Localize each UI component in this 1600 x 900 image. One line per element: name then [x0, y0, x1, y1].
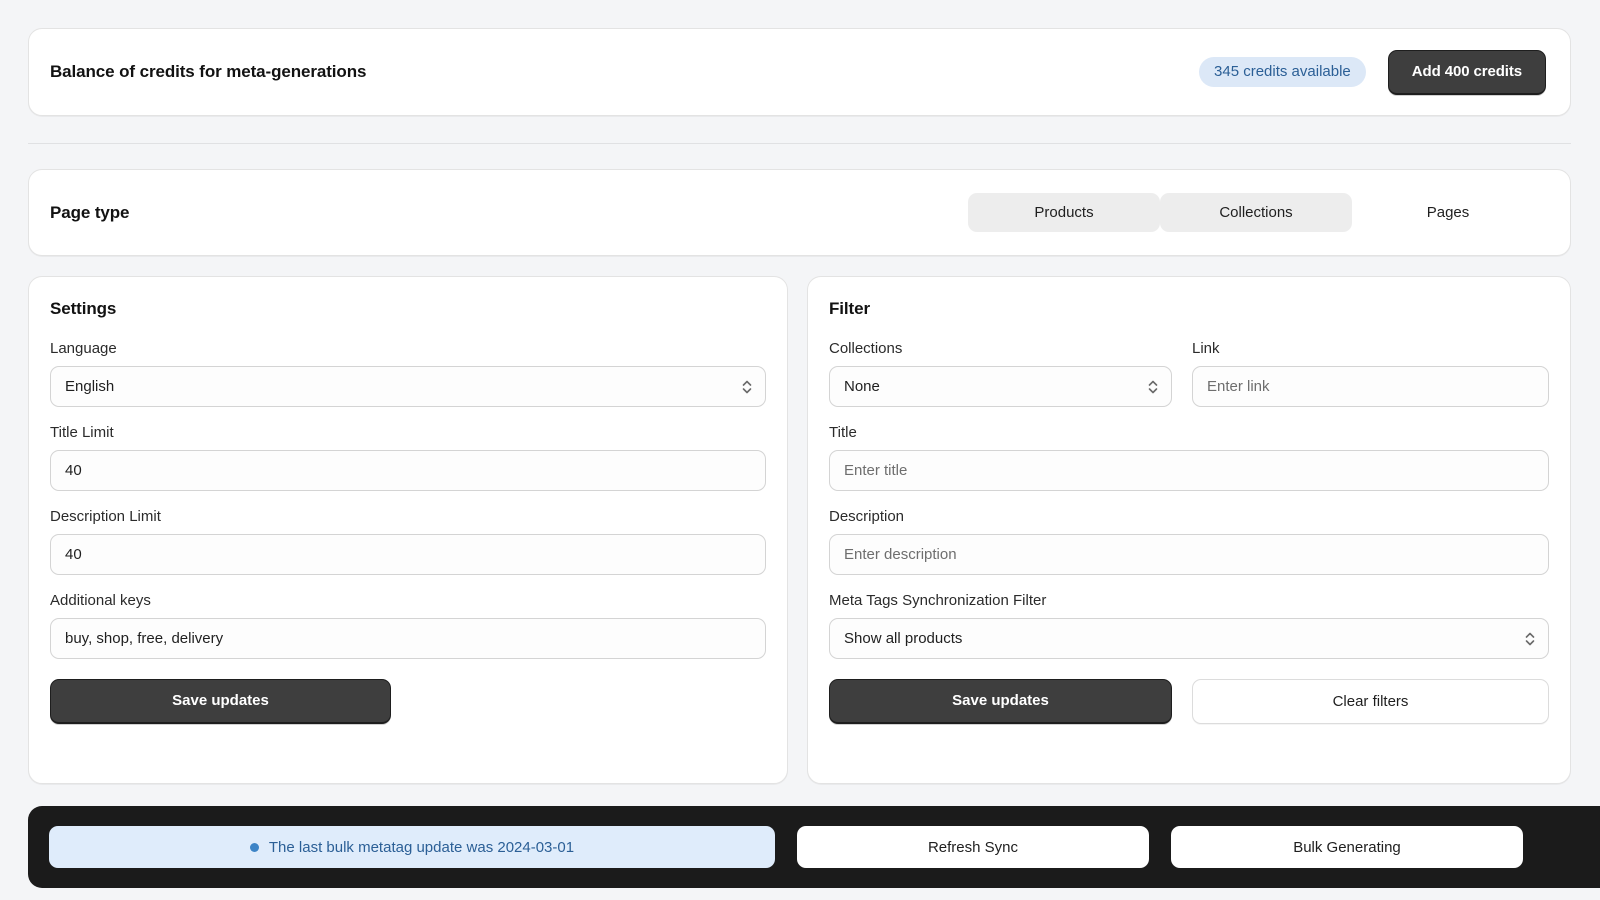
language-select[interactable]: English: [50, 366, 766, 407]
tab-collections[interactable]: Collections: [1160, 193, 1352, 232]
filter-title-control: [829, 450, 1549, 491]
additional-keys-control: [50, 618, 766, 659]
page-type-title: Page type: [50, 202, 130, 222]
refresh-sync-button[interactable]: Refresh Sync: [797, 826, 1149, 868]
filter-description-label: Description: [829, 508, 905, 525]
link-input[interactable]: [1192, 366, 1549, 407]
description-limit-control: [50, 534, 766, 575]
link-field: Link: [1192, 340, 1549, 407]
tab-pages[interactable]: Pages: [1352, 193, 1544, 232]
settings-column: Settings Language English Title Limit 40…: [28, 276, 788, 784]
bottom-action-bar: The last bulk metatag update was 2024-03…: [28, 806, 1600, 888]
description-limit-input[interactable]: [50, 534, 766, 575]
credits-actions: 345 credits available Add 400 credits: [1199, 49, 1546, 95]
title-limit-input[interactable]: [50, 450, 766, 491]
collections-control: None: [829, 366, 1172, 407]
language-control: English: [50, 366, 766, 407]
settings-panel: Settings Language English Title Limit 40…: [28, 276, 788, 784]
page-type-tabs: Products Collections Pages: [968, 193, 1544, 232]
filter-description-input[interactable]: [829, 534, 1549, 575]
collections-select[interactable]: None: [829, 366, 1172, 407]
filter-description-field: Description: [829, 508, 1549, 575]
sync-filter-control: Show all products: [829, 618, 1549, 659]
collections-link-row: Collections None Link: [829, 340, 1549, 407]
sync-filter-label: Meta Tags Synchronization Filter: [829, 592, 1047, 609]
link-label: Link: [1192, 340, 1220, 357]
clear-filters-button[interactable]: Clear filters: [1192, 679, 1549, 724]
settings-title: Settings: [50, 299, 117, 318]
language-field: Language English: [50, 340, 766, 407]
filter-title-field: Title: [829, 424, 1549, 491]
description-limit-label: Description Limit: [50, 508, 161, 525]
app-root: Balance of credits for meta-generations …: [0, 0, 1600, 900]
description-limit-field: Description Limit: [50, 508, 766, 575]
tab-products[interactable]: Products: [968, 193, 1160, 232]
title-limit-field: Title Limit: [50, 424, 766, 491]
main-columns: Settings Language English Title Limit 40…: [28, 276, 1571, 784]
filter-column: Filter Collections None Link Enter link …: [807, 276, 1571, 784]
sync-filter-field: Meta Tags Synchronization Filter Show al…: [829, 592, 1549, 659]
sync-filter-select[interactable]: Show all products: [829, 618, 1549, 659]
link-control: [1192, 366, 1549, 407]
title-limit-control: [50, 450, 766, 491]
page-type-card: Page type Products Collections Pages: [28, 169, 1571, 256]
filter-save-updates-button[interactable]: Save updates: [829, 679, 1172, 724]
collections-label: Collections: [829, 340, 903, 357]
status-dot-icon: [249, 842, 259, 852]
bulk-generating-button[interactable]: Bulk Generating: [1171, 826, 1523, 868]
filter-title-label: Title: [829, 424, 857, 441]
section-divider: [28, 143, 1571, 144]
last-update-text: The last bulk metatag update was 2024-03…: [268, 838, 575, 856]
title-limit-label: Title Limit: [50, 424, 114, 441]
language-label: Language: [50, 340, 117, 357]
credits-available-badge: 345 credits available: [1199, 57, 1366, 87]
credits-title: Balance of credits for meta-generations: [50, 62, 367, 81]
credits-card: Balance of credits for meta-generations …: [28, 28, 1571, 116]
settings-save-updates-button[interactable]: Save updates: [50, 679, 391, 724]
add-credits-button[interactable]: Add 400 credits: [1387, 49, 1546, 95]
filter-actions: Save updates Clear filters: [829, 679, 1549, 724]
collections-field: Collections None: [829, 340, 1172, 407]
filter-title-input[interactable]: [829, 450, 1549, 491]
additional-keys-input[interactable]: [50, 618, 766, 659]
last-update-status: The last bulk metatag update was 2024-03…: [49, 826, 775, 868]
additional-keys-label: Additional keys: [50, 592, 151, 609]
filter-title: Filter: [829, 299, 870, 318]
filter-panel: Filter Collections None Link Enter link …: [807, 276, 1571, 784]
settings-actions: Save updates: [50, 679, 766, 724]
additional-keys-field: Additional keys: [50, 592, 766, 659]
filter-description-control: [829, 534, 1549, 575]
